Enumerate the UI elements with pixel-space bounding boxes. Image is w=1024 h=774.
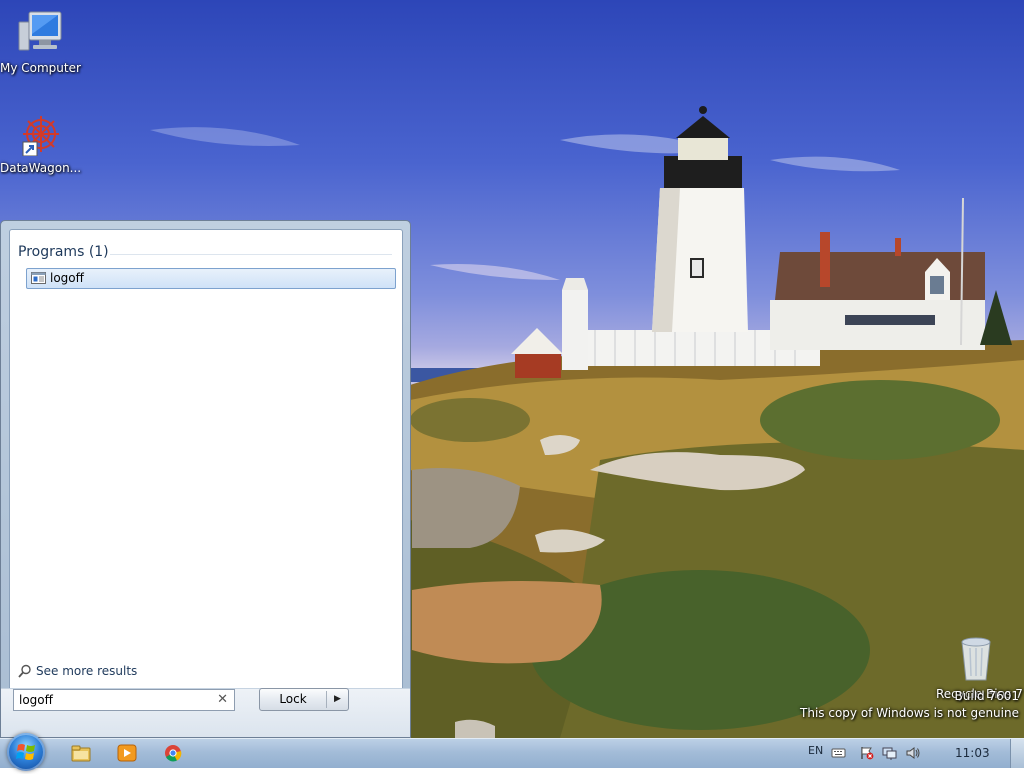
clear-search-icon[interactable]: ✕ bbox=[217, 692, 228, 707]
windows-logo-icon bbox=[16, 744, 35, 760]
volume-icon[interactable] bbox=[906, 746, 921, 760]
magnifier-icon bbox=[18, 664, 31, 678]
search-result-label: logoff bbox=[50, 271, 84, 285]
see-more-results-link[interactable]: See more results bbox=[18, 662, 137, 680]
not-genuine-text: This copy of Windows is not genuine bbox=[800, 706, 1019, 720]
desktop-icon-my-computer[interactable]: My Computer bbox=[0, 8, 81, 75]
recycle-bin-icon bbox=[961, 637, 991, 681]
desktop-icon-label: My Computer bbox=[0, 61, 81, 75]
language-indicator[interactable]: EN bbox=[808, 744, 823, 757]
lock-split-button: Lock ▶ bbox=[259, 688, 349, 711]
build-text: Build 7601 bbox=[954, 689, 1019, 703]
show-desktop-button[interactable] bbox=[1010, 739, 1024, 768]
action-center-flag-icon[interactable] bbox=[859, 746, 874, 760]
programs-section-title: Programs (1) bbox=[18, 244, 109, 260]
computer-icon bbox=[18, 11, 62, 51]
desktop-icon-datawagon[interactable]: DataWagon... bbox=[0, 114, 82, 175]
search-result-logoff[interactable]: logoff bbox=[26, 268, 396, 289]
lock-button[interactable]: Lock bbox=[260, 689, 326, 710]
start-search-box[interactable]: ✕ bbox=[13, 689, 235, 711]
media-player-icon[interactable] bbox=[117, 744, 137, 762]
start-menu: Programs (1) logoff See more results ✕ L… bbox=[0, 220, 411, 738]
system-clock[interactable]: 11:03 bbox=[955, 746, 990, 760]
keyboard-icon[interactable] bbox=[831, 746, 846, 760]
see-more-results-label: See more results bbox=[36, 664, 138, 678]
shutdown-options-arrow-icon[interactable]: ▶ bbox=[327, 689, 348, 710]
datawagon-shortcut-icon bbox=[22, 116, 59, 157]
genuine-watermark: Build 7601 This copy of Windows is not g… bbox=[800, 688, 1019, 722]
windows-explorer-icon[interactable] bbox=[71, 744, 91, 762]
chrome-icon[interactable] bbox=[163, 744, 183, 762]
taskbar: EN 11:03 bbox=[0, 733, 1024, 771]
desktop-icon-label: DataWagon... bbox=[0, 161, 82, 175]
section-divider bbox=[110, 254, 392, 255]
start-search-input[interactable] bbox=[14, 690, 214, 710]
network-icon[interactable] bbox=[882, 746, 897, 760]
program-icon bbox=[31, 272, 46, 284]
search-results-pane: Programs (1) logoff See more results bbox=[9, 229, 403, 731]
start-button[interactable] bbox=[7, 733, 45, 771]
